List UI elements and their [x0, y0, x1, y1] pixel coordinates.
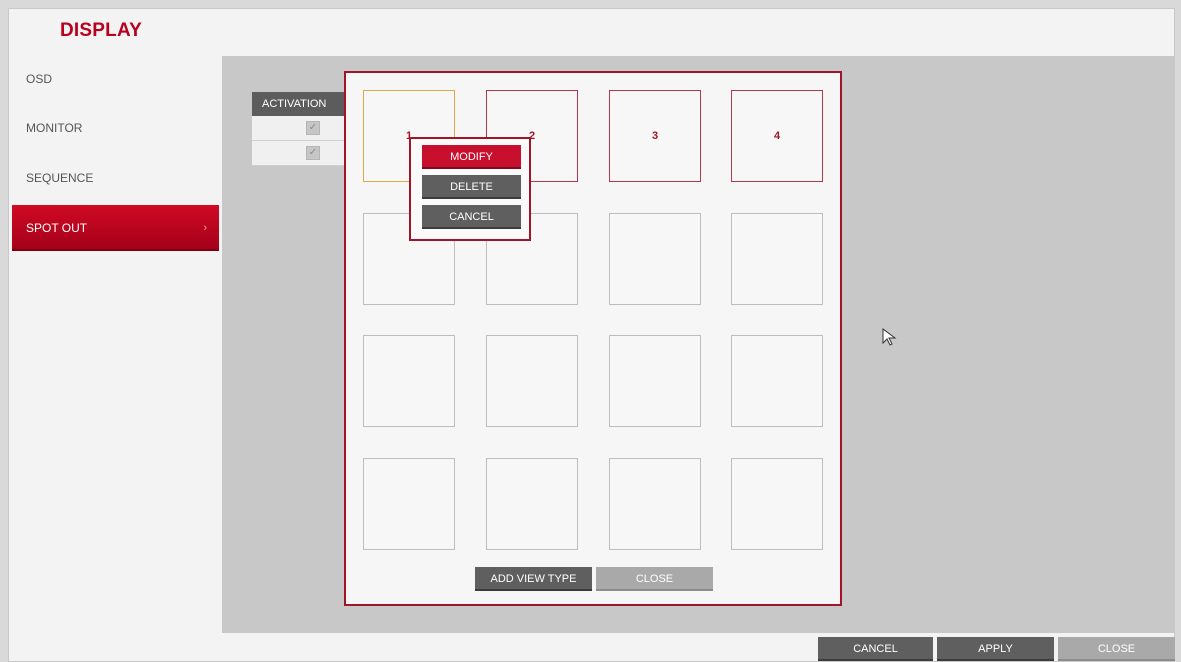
sidebar-item-monitor[interactable]: MONITOR — [12, 105, 219, 151]
view-cell-13[interactable] — [363, 458, 455, 550]
sidebar-item-sequence[interactable]: SEQUENCE — [12, 155, 219, 201]
sidebar-item-spot-out[interactable]: SPOT OUT › — [12, 205, 219, 251]
dialog-close-button[interactable]: CLOSE — [596, 567, 713, 591]
sidebar-item-label: MONITOR — [26, 121, 83, 135]
delete-button[interactable]: DELETE — [422, 175, 521, 199]
view-cell-14[interactable] — [486, 458, 578, 550]
add-view-type-button[interactable]: ADD VIEW TYPE — [475, 567, 592, 591]
modify-button[interactable]: MODIFY — [422, 145, 521, 169]
view-cell-8[interactable] — [731, 213, 823, 305]
activation-checkbox-1[interactable]: ✓ — [306, 121, 320, 135]
mouse-pointer-icon — [882, 328, 897, 346]
chevron-right-icon: › — [203, 222, 207, 234]
sidebar-item-label: SPOT OUT — [26, 221, 88, 235]
view-cell-11[interactable] — [609, 335, 701, 427]
view-cell-12[interactable] — [731, 335, 823, 427]
close-button[interactable]: CLOSE — [1058, 637, 1175, 661]
view-cell-9[interactable] — [363, 335, 455, 427]
menu-cancel-button[interactable]: CANCEL — [422, 205, 521, 229]
view-cell-number: 4 — [773, 130, 781, 142]
sidebar-item-osd[interactable]: OSD — [12, 56, 219, 102]
view-cell-4[interactable]: 4 — [731, 90, 823, 182]
activation-checkbox-2[interactable]: ✓ — [306, 146, 320, 160]
apply-button[interactable]: APPLY — [937, 637, 1054, 661]
view-cell-10[interactable] — [486, 335, 578, 427]
view-cell-16[interactable] — [731, 458, 823, 550]
page-title: DISPLAY — [60, 20, 143, 41]
sidebar-item-label: SEQUENCE — [26, 171, 94, 185]
cancel-button[interactable]: CANCEL — [818, 637, 933, 661]
view-cell-7[interactable] — [609, 213, 701, 305]
view-cell-3[interactable]: 3 — [609, 90, 701, 182]
sidebar-item-label: OSD — [26, 72, 53, 86]
view-cell-number: 3 — [651, 130, 659, 142]
view-cell-15[interactable] — [609, 458, 701, 550]
